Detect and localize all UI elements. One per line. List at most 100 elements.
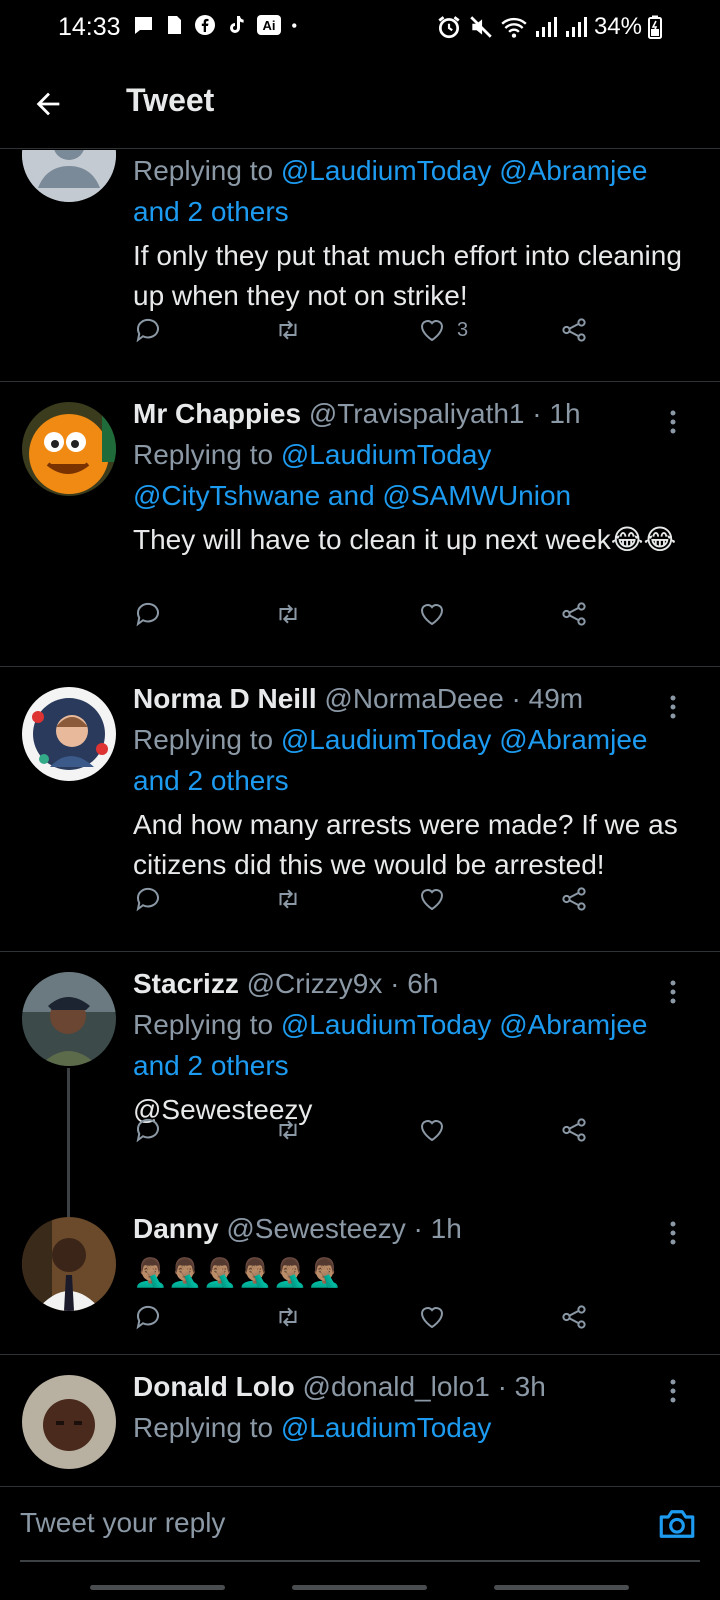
author-handle[interactable]: @NormaDeee [324,683,503,714]
share-button[interactable] [559,1297,589,1337]
like-button[interactable]: 3 [417,310,468,350]
reply-composer [0,1486,720,1566]
nav-home-handle[interactable] [292,1585,427,1590]
like-button[interactable] [417,1110,447,1150]
reply-button[interactable] [133,1297,163,1337]
avatar[interactable] [22,150,116,202]
retweet-button[interactable] [273,594,303,634]
author-handle[interactable]: @Crizzy9x [247,968,383,999]
retweet-button[interactable] [273,310,303,350]
replying-to-label: Replying to [133,1412,281,1443]
reply-icon [136,602,159,627]
wifi-icon [501,17,527,38]
avatar[interactable] [22,1375,116,1469]
replying-to: Replying to @LaudiumToday @Abramjee and … [133,150,688,232]
tweet-actions [133,879,603,919]
tweet-text: If only they put that much effort into c… [133,240,682,311]
back-button[interactable] [24,80,72,128]
camera-button[interactable] [656,1503,698,1545]
tweet-item[interactable]: Danny @Sewesteezy · 1h 🤦🏽‍♂️🤦🏽‍♂️🤦🏽‍♂️🤦🏽… [0,1197,720,1355]
avatar[interactable] [22,402,116,496]
replying-to: Replying to @LaudiumToday [133,1407,688,1448]
profile-photo-avatar-icon [22,687,116,781]
author-handle[interactable]: @Sewesteezy [226,1213,405,1244]
reply-button[interactable] [133,594,163,634]
tweet-item[interactable]: Donald Lolo @donald_lolo1 · 3h Replying … [0,1355,720,1485]
camera-icon [659,1510,695,1538]
retweet-button[interactable] [273,879,303,919]
tiktok-icon [230,16,244,33]
author-name[interactable]: Mr Chappies [133,398,301,429]
tweet-item[interactable]: Mr Chappies @Travispaliyath1 · 1h Replyi… [0,382,720,667]
mention-link[interactable]: @LaudiumToday [281,1412,492,1443]
battery-level: 34% [593,13,642,40]
like-button[interactable] [417,594,447,634]
reply-button[interactable] [133,1110,163,1150]
reply-icon [136,887,159,912]
tweet-header: Stacrizz @Crizzy9x · 6h [133,964,688,1004]
mention-link[interactable]: @LaudiumToday @Abramjee [281,724,648,755]
tweet-time: · 1h [413,1213,462,1244]
nav-recents-handle[interactable] [90,1585,225,1590]
profile-photo-avatar-icon [22,972,116,1066]
tweet-header: Danny @Sewesteezy · 1h [133,1209,688,1249]
status-bar: 14:33 Ai 34% [0,0,720,56]
tweet-text: They will have to clean it up next week😂… [133,524,677,555]
reply-button[interactable] [133,310,163,350]
mention-link[interactable]: @LaudiumToday @Abramjee [281,1009,648,1040]
notification-icons: Ai [132,14,303,36]
retweet-button[interactable] [273,1297,303,1337]
others-link[interactable]: and 2 others [133,196,289,227]
mention-link[interactable]: @LaudiumToday @Abramjee [281,155,648,186]
orange-monster-avatar-icon [22,402,116,496]
share-button[interactable] [559,594,589,634]
retweet-icon [279,889,297,909]
mention-link[interactable]: @CityTshwane and @SAMWUnion [133,480,571,511]
tweet-actions [133,1297,603,1337]
like-button[interactable] [417,879,447,919]
tweet-item[interactable]: Stacrizz @Crizzy9x · 6h Replying to @Lau… [0,952,720,1197]
reply-input[interactable] [20,1499,620,1547]
heart-icon [420,1120,444,1142]
avatar[interactable] [22,1217,116,1311]
share-button[interactable] [559,1110,589,1150]
avatar[interactable] [22,687,116,781]
author-name[interactable]: Stacrizz [133,968,239,999]
nav-back-handle[interactable] [494,1585,629,1590]
share-button[interactable] [559,310,589,350]
replies-feed[interactable]: Replying to @LaudiumToday @Abramjee and … [0,150,720,1485]
author-name[interactable]: Donald Lolo [133,1371,295,1402]
profile-photo-avatar-icon [22,1375,116,1469]
top-app-bar: Tweet [0,56,720,149]
reply-button[interactable] [133,879,163,919]
page-title: Tweet [126,82,215,118]
tweet-item[interactable]: Norma D Neill @NormaDeee · 49m Replying … [0,667,720,952]
dot-icon [292,23,297,28]
tweet-item[interactable]: Replying to @LaudiumToday @Abramjee and … [0,150,720,382]
heart-icon [420,889,444,911]
tweet-time: · 49m [511,683,584,714]
battery-charging-icon [648,15,662,39]
author-name[interactable]: Danny [133,1213,219,1244]
signal-icon-2 [565,17,587,37]
author-name[interactable]: Norma D Neill [133,683,317,714]
others-link[interactable]: and 2 others [133,765,289,796]
replying-to-label: Replying to [133,1009,281,1040]
avatar[interactable] [22,972,116,1066]
tweet-header: Donald Lolo @donald_lolo1 · 3h [133,1367,688,1407]
author-handle[interactable]: @donald_lolo1 [303,1371,490,1402]
system-icons: 34% [436,13,662,41]
mention-link[interactable]: @LaudiumToday [281,439,492,470]
others-link[interactable]: and 2 others [133,1050,289,1081]
replying-to: Replying to @LaudiumToday @Abramjee and … [133,1004,688,1086]
default-avatar-icon [22,150,116,202]
author-handle[interactable]: @Travispaliyath1 [309,398,525,429]
like-button[interactable] [417,1297,447,1337]
tweet-header: Mr Chappies @Travispaliyath1 · 1h [133,394,688,434]
arrow-left-icon [36,92,60,116]
like-count: 3 [457,318,469,341]
retweet-button[interactable] [273,1110,303,1150]
heart-icon [420,604,444,626]
share-button[interactable] [559,879,589,919]
retweet-icon [279,1307,297,1327]
